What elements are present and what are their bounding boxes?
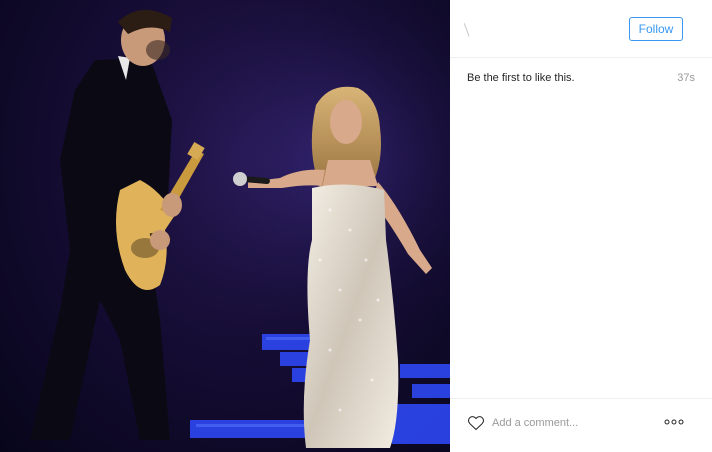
post-photo[interactable] (0, 0, 450, 452)
post-header: Follow (450, 0, 712, 58)
likes-text: Be the first to like this. (467, 72, 575, 84)
avatar[interactable] (463, 21, 475, 37)
likes-row: Be the first to like this. 37s (467, 72, 695, 88)
comment-bar (450, 398, 712, 452)
follow-button[interactable]: Follow (629, 17, 683, 41)
post-timestamp[interactable]: 37s (677, 72, 695, 84)
comment-input[interactable] (492, 413, 642, 433)
heart-outline-icon[interactable] (467, 415, 485, 431)
more-dots-icon[interactable] (664, 418, 684, 426)
post-side-panel: Follow Be the first to like this. 37s (450, 0, 712, 452)
concert-photo-illustration (0, 0, 450, 452)
